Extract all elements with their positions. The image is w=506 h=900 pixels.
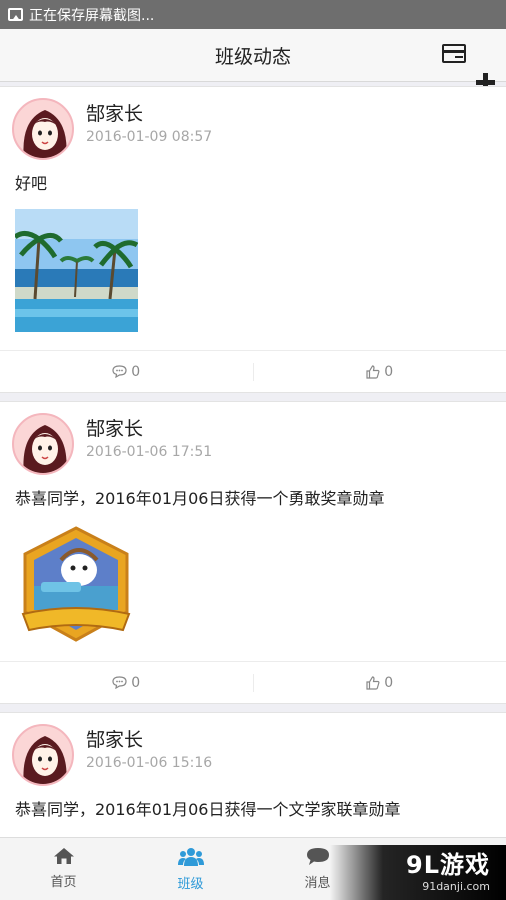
post-time: 2016-01-06 17:51 <box>86 444 213 460</box>
avatar[interactable] <box>12 98 74 160</box>
status-text: 正在保存屏幕截图... <box>29 7 155 24</box>
like-count: 0 <box>384 674 394 691</box>
feed-list[interactable]: 郜家长 2016-01-09 08:57 好吧 0 0 郜家长 2016-01-… <box>0 86 506 837</box>
post-card: 郜家长 2016-01-06 17:51 恭喜同学，2016年01月06日获得一… <box>0 401 506 704</box>
post-time: 2016-01-09 08:57 <box>86 129 213 145</box>
post-header: 郜家长 2016-01-09 08:57 <box>0 87 506 163</box>
post-actions: 0 0 <box>0 350 506 392</box>
tab-class[interactable]: 班级 <box>127 838 254 900</box>
post-time: 2016-01-06 15:16 <box>86 755 213 771</box>
thumbs-up-icon <box>366 364 380 379</box>
image-icon <box>8 8 23 21</box>
post-text: 恭喜同学，2016年01月06日获得一个文学家联章勋章 <box>15 800 401 819</box>
like-button[interactable]: 0 <box>254 675 506 691</box>
post-text: 恭喜同学，2016年01月06日获得一个勇敢奖章勋章 <box>15 489 385 508</box>
page-title: 班级动态 <box>214 45 291 68</box>
post-meta: 郜家长 2016-01-06 17:51 <box>86 413 212 460</box>
message-icon <box>306 848 329 865</box>
status-bar: 正在保存屏幕截图... <box>0 0 506 29</box>
comment-icon <box>112 365 127 378</box>
top-header: 班级动态 <box>0 29 506 92</box>
comment-count: 0 <box>131 674 141 691</box>
comment-count: 0 <box>131 363 141 380</box>
author-name[interactable]: 郜家长 <box>86 101 212 127</box>
class-group-icon <box>177 848 204 866</box>
medal-badge[interactable] <box>15 526 137 643</box>
post-actions: 0 0 <box>0 661 506 703</box>
post-header: 郜家长 2016-01-06 17:51 <box>0 402 506 478</box>
card-icon[interactable] <box>442 44 466 63</box>
watermark-logo: 9L游戏 <box>406 851 490 879</box>
watermark-url: 91danji.com <box>422 880 490 893</box>
thumbs-up-icon <box>366 675 380 690</box>
like-count: 0 <box>384 363 394 380</box>
post-meta: 郜家长 2016-01-06 15:16 <box>86 724 212 771</box>
tab-label: 消息 <box>304 876 331 891</box>
tab-label: 首页 <box>50 875 77 890</box>
comment-icon <box>112 676 127 689</box>
post-header: 郜家长 2016-01-06 15:16 <box>0 713 506 789</box>
tab-label: 班级 <box>177 877 204 892</box>
post-card: 郜家长 2016-01-09 08:57 好吧 0 0 <box>0 86 506 393</box>
tab-home[interactable]: 首页 <box>0 838 127 900</box>
comment-button[interactable]: 0 <box>0 364 253 380</box>
avatar[interactable] <box>12 413 74 475</box>
author-name[interactable]: 郜家长 <box>86 416 212 442</box>
post-card: 郜家长 2016-01-06 15:16 恭喜同学，2016年01月06日获得一… <box>0 712 506 837</box>
watermark: 9L游戏 91danji.com <box>330 845 506 900</box>
post-text: 好吧 <box>15 174 48 193</box>
avatar[interactable] <box>12 724 74 786</box>
like-button[interactable]: 0 <box>254 364 506 380</box>
post-meta: 郜家长 2016-01-09 08:57 <box>86 98 212 145</box>
comment-button[interactable]: 0 <box>0 675 253 691</box>
author-name[interactable]: 郜家长 <box>86 727 212 753</box>
home-icon <box>53 848 74 864</box>
post-photo[interactable] <box>15 209 138 332</box>
